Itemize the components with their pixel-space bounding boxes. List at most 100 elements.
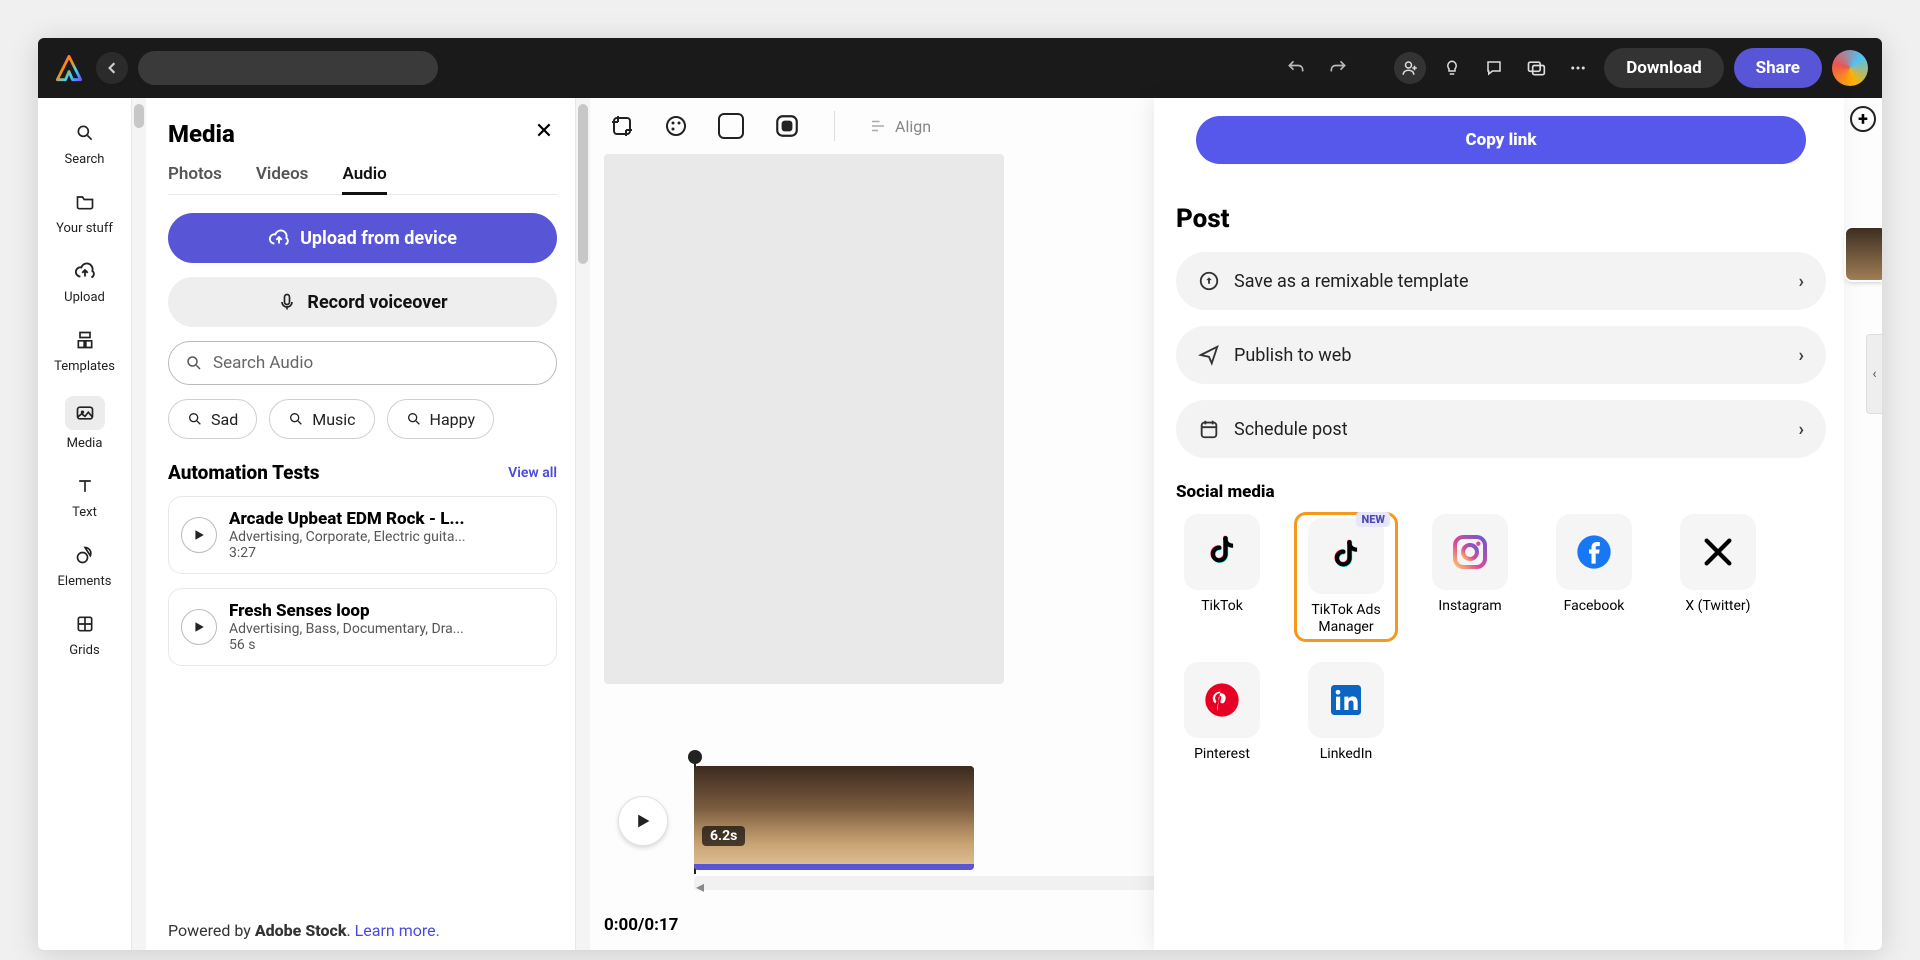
play-icon[interactable]: [181, 517, 217, 553]
lightbulb-icon[interactable]: [1436, 52, 1468, 84]
instagram-icon: [1450, 532, 1490, 572]
copy-link-button[interactable]: Copy link: [1196, 116, 1806, 164]
chip-sad[interactable]: Sad: [168, 399, 257, 439]
nav-upload[interactable]: Upload: [43, 250, 127, 313]
track-duration: 56 s: [229, 637, 464, 653]
download-button[interactable]: Download: [1604, 48, 1723, 88]
cloud-upload-icon: [72, 258, 98, 284]
audio-track-2[interactable]: Fresh Senses loop Advertising, Bass, Doc…: [168, 588, 557, 666]
media-panel: Media ✕ Photos Videos Audio Upload from …: [146, 98, 576, 950]
upload-from-device-button[interactable]: Upload from device: [168, 213, 557, 263]
record-voiceover-button[interactable]: Record voiceover: [168, 277, 557, 327]
option-schedule-post[interactable]: Schedule post›: [1176, 400, 1826, 458]
panel-scrollbar-right[interactable]: [576, 98, 590, 950]
crop-icon[interactable]: [610, 114, 634, 138]
canvas-frame[interactable]: [604, 154, 1004, 684]
nav-search[interactable]: Search: [43, 112, 127, 175]
x-icon: [1701, 535, 1735, 569]
color-icon[interactable]: [664, 114, 688, 138]
collapse-right-rail[interactable]: ‹: [1866, 334, 1882, 414]
back-button[interactable]: [96, 52, 128, 84]
remix-icon: [1198, 270, 1220, 292]
powered-by: Powered by Adobe Stock. Learn more.: [168, 921, 557, 940]
share-panel: Copy link Post Save as a remixable templ…: [1154, 98, 1844, 950]
add-page-button[interactable]: +: [1850, 106, 1876, 132]
option-remixable-template[interactable]: Save as a remixable template›: [1176, 252, 1826, 310]
app-logo[interactable]: [52, 51, 86, 85]
media-tabs: Photos Videos Audio: [168, 160, 557, 195]
tab-audio[interactable]: Audio: [342, 160, 386, 194]
microphone-icon: [277, 292, 297, 312]
play-icon[interactable]: [181, 609, 217, 645]
tiktok-icon: [1327, 537, 1365, 575]
media-panel-title: Media: [168, 120, 557, 148]
templates-icon: [72, 327, 98, 353]
top-bar: Download Share: [38, 38, 1882, 98]
page-thumbnail[interactable]: [1846, 228, 1882, 280]
post-heading: Post: [1176, 204, 1830, 234]
user-avatar[interactable]: [1832, 50, 1868, 86]
chevron-right-icon: ›: [1799, 271, 1804, 292]
chevron-right-icon: ›: [1799, 345, 1804, 366]
social-linkedin[interactable]: LinkedIn: [1296, 662, 1396, 763]
global-search-input[interactable]: [138, 51, 438, 85]
left-nav: Search Your stuff Upload Templates Media…: [38, 98, 132, 950]
nav-grids[interactable]: Grids: [43, 603, 127, 666]
nav-text[interactable]: Text: [43, 465, 127, 528]
chip-happy[interactable]: Happy: [387, 399, 495, 439]
nav-media[interactable]: Media: [43, 388, 127, 459]
comment-icon[interactable]: [1478, 52, 1510, 84]
social-facebook[interactable]: Facebook: [1544, 514, 1644, 640]
social-pinterest[interactable]: Pinterest: [1172, 662, 1272, 763]
tab-videos[interactable]: Videos: [256, 160, 309, 194]
new-badge: NEW: [1356, 512, 1390, 527]
social-media-heading: Social media: [1176, 482, 1830, 502]
chip-music[interactable]: Music: [269, 399, 374, 439]
track-tags: Advertising, Bass, Documentary, Dra...: [229, 621, 464, 637]
folder-icon: [72, 189, 98, 215]
panel-scrollbar-left[interactable]: [132, 98, 146, 950]
present-icon[interactable]: [1520, 52, 1552, 84]
learn-more-link[interactable]: Learn more.: [355, 921, 440, 940]
nav-elements[interactable]: Elements: [43, 534, 127, 597]
redo-icon[interactable]: [1322, 52, 1354, 84]
tab-photos[interactable]: Photos: [168, 160, 222, 194]
cloud-upload-icon: [268, 227, 290, 249]
shapes-icon: [72, 542, 98, 568]
undo-icon[interactable]: [1280, 52, 1312, 84]
search-audio-placeholder: Search Audio: [213, 353, 313, 373]
right-rail: + ‹: [1844, 98, 1882, 950]
share-button[interactable]: Share: [1734, 48, 1822, 88]
view-all-link[interactable]: View all: [508, 465, 557, 481]
invite-icon[interactable]: [1394, 52, 1426, 84]
nav-yourstuff[interactable]: Your stuff: [43, 181, 127, 244]
video-clip[interactable]: [694, 766, 974, 870]
social-x[interactable]: X (Twitter): [1668, 514, 1768, 640]
social-tiktok[interactable]: TikTok: [1172, 514, 1272, 640]
track-duration: 3:27: [229, 545, 466, 561]
more-icon[interactable]: [1562, 52, 1594, 84]
social-tiktok-ads[interactable]: NEW TikTok Ads Manager: [1296, 514, 1396, 640]
shape-outline-icon[interactable]: [718, 113, 744, 139]
track-tags: Advertising, Corporate, Electric guita..…: [229, 529, 466, 545]
timecode: 0:00/0:17: [604, 915, 678, 935]
search-audio-input[interactable]: Search Audio: [168, 341, 557, 385]
option-publish-web[interactable]: Publish to web›: [1176, 326, 1826, 384]
tiktok-icon: [1203, 533, 1241, 571]
audio-track-1[interactable]: Arcade Upbeat EDM Rock - L... Advertisin…: [168, 496, 557, 574]
search-icon: [72, 120, 98, 146]
calendar-icon: [1198, 418, 1220, 440]
timeline-play-button[interactable]: [618, 796, 668, 846]
align-icon[interactable]: Align: [869, 117, 931, 136]
search-icon: [185, 354, 203, 372]
linkedin-icon: [1326, 680, 1366, 720]
grids-icon: [72, 611, 98, 637]
facebook-icon: [1574, 532, 1614, 572]
send-icon: [1198, 344, 1220, 366]
track-title: Fresh Senses loop: [229, 601, 464, 621]
clip-duration-badge: 6.2s: [702, 826, 745, 846]
shape-fill-icon[interactable]: [774, 113, 800, 139]
close-icon[interactable]: ✕: [531, 118, 557, 144]
social-instagram[interactable]: Instagram: [1420, 514, 1520, 640]
nav-templates[interactable]: Templates: [43, 319, 127, 382]
